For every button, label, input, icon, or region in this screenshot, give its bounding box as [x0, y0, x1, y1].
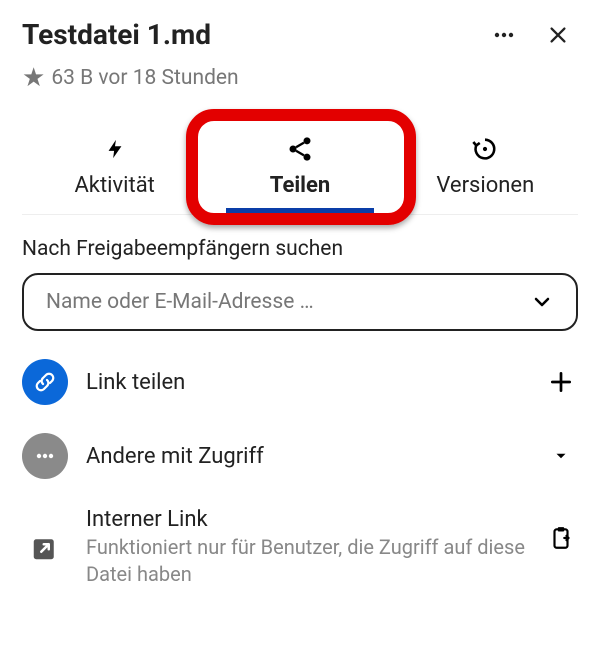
others-access-label: Andere mit Zugriff [86, 444, 526, 469]
share-link-row[interactable]: Link teilen [22, 359, 578, 405]
more-icon [33, 444, 57, 468]
internal-link-subtitle: Funktioniert nur für Benutzer, die Zugri… [86, 534, 526, 588]
link-icon [33, 370, 57, 394]
file-title: Testdatei 1.md [22, 18, 211, 51]
tab-share[interactable]: Teilen [207, 117, 392, 214]
others-access-expand[interactable] [544, 447, 578, 465]
tabs: Aktivität Teilen Versionen [22, 117, 578, 215]
tab-share-label: Teilen [270, 173, 330, 198]
clipboard-icon [548, 525, 574, 551]
more-icon [492, 23, 516, 47]
plus-icon [548, 369, 574, 395]
close-button[interactable] [546, 23, 570, 47]
history-icon [471, 135, 499, 163]
share-search-input[interactable]: Name oder E-Mail-Adresse … [22, 273, 578, 331]
copy-internal-link-button[interactable] [544, 525, 578, 551]
external-link-icon [30, 533, 60, 563]
others-access-row[interactable]: Andere mit Zugriff [22, 433, 578, 479]
tab-versions-label: Versionen [436, 173, 534, 198]
internal-link-row: Interner Link Funktioniert nur für Benut… [22, 507, 578, 588]
others-icon-circle [22, 433, 68, 479]
tab-activity-label: Aktivität [74, 173, 154, 198]
link-icon-circle [22, 359, 68, 405]
share-icon [286, 135, 314, 163]
close-icon [547, 24, 569, 46]
bolt-icon [104, 135, 126, 163]
share-search-label: Nach Freigabeempfängern suchen [22, 237, 578, 261]
star-icon[interactable]: ★ [22, 65, 45, 91]
more-actions-button[interactable] [492, 23, 516, 47]
share-link-label: Link teilen [86, 370, 526, 395]
file-meta: ★ 63 B vor 18 Stunden [22, 65, 578, 91]
external-link-icon-cell [22, 525, 68, 571]
tab-versions[interactable]: Versionen [393, 117, 578, 214]
file-meta-text: 63 B vor 18 Stunden [51, 66, 238, 90]
share-search-placeholder: Name oder E-Mail-Adresse … [46, 290, 314, 314]
tab-activity[interactable]: Aktivität [22, 117, 207, 214]
add-share-link-button[interactable] [544, 369, 578, 395]
internal-link-title: Interner Link [86, 507, 526, 532]
caret-down-icon [552, 447, 570, 465]
chevron-down-icon [530, 290, 554, 314]
